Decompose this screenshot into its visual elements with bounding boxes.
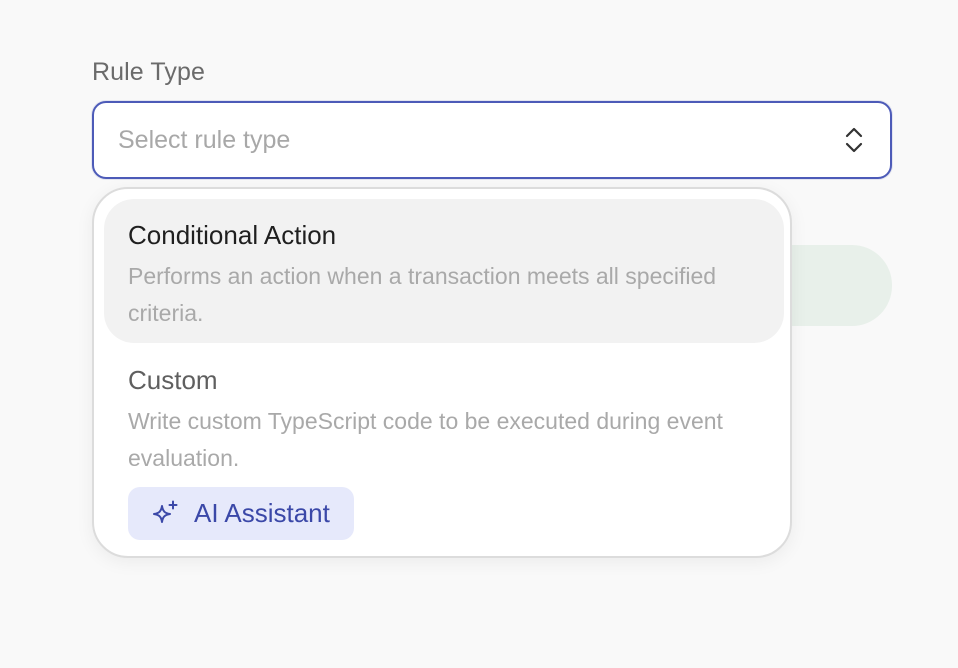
option-title: Conditional Action [128, 220, 337, 250]
rule-type-dropdown: Conditional Action Performs an action wh… [92, 187, 792, 558]
option-description: Write custom TypeScript code to be execu… [128, 408, 723, 471]
rule-type-select[interactable]: Select rule type [92, 101, 892, 179]
option-custom[interactable]: Custom Write custom TypeScript code to b… [104, 353, 784, 543]
ai-assistant-label: AI Assistant [194, 498, 330, 528]
rule-type-label: Rule Type [92, 58, 206, 86]
select-placeholder: Select rule type [118, 125, 291, 154]
option-title: Custom [128, 365, 218, 395]
option-conditional-action[interactable]: Conditional Action Performs an action wh… [104, 199, 784, 343]
sparkle-icon [153, 500, 178, 523]
option-description: Performs an action when a transaction me… [128, 263, 717, 326]
ai-assistant-button[interactable]: AI Assistant [128, 487, 354, 540]
chevrons-up-down-icon [845, 127, 863, 153]
